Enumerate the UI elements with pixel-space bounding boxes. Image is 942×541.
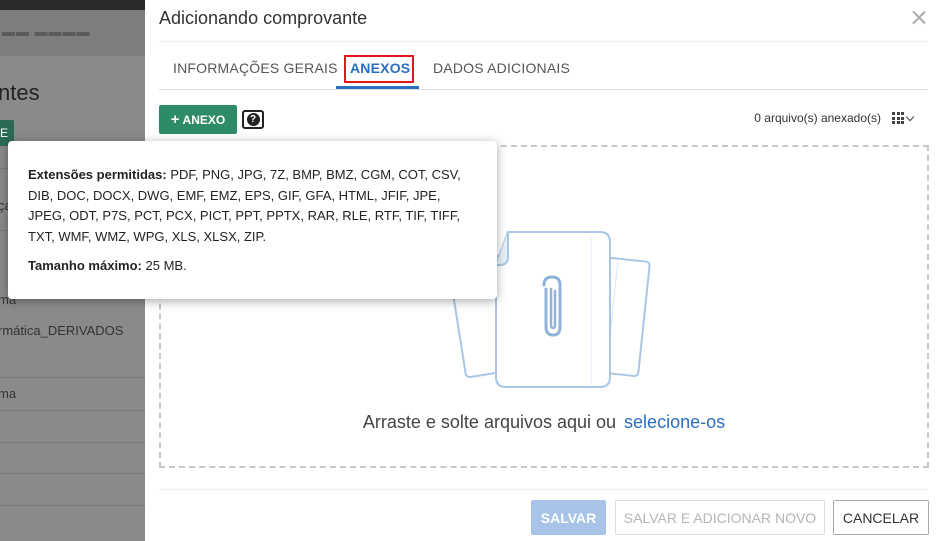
title-divider: [159, 41, 928, 42]
dropzone-text: Arraste e solte arquivos aqui ou: [362, 412, 617, 432]
save-and-add-new-button[interactable]: SALVAR E ADICIONAR NOVO: [615, 500, 825, 535]
background-row-divider: [0, 410, 145, 411]
extensions-label: Extensões permitidas:: [28, 167, 167, 182]
background-row-divider: [0, 505, 145, 506]
background-menu: ▬▬ ▬▬▬▬: [0, 10, 145, 56]
allowed-extensions-tooltip: Extensões permitidas: PDF, PNG, JPG, 7Z,…: [8, 141, 497, 299]
add-attachment-button[interactable]: + ANEXO: [159, 105, 237, 134]
active-tab-underline: [336, 86, 419, 89]
background-row-divider: [0, 377, 145, 378]
footer-divider: [159, 489, 928, 490]
plus-icon: +: [170, 111, 180, 128]
extensions-paragraph: Extensões permitidas: PDF, PNG, JPG, 7Z,…: [28, 165, 477, 247]
max-size-value: 25 MB.: [145, 258, 187, 273]
chevron-down-icon: [905, 112, 915, 121]
close-icon[interactable]: [910, 8, 928, 26]
background-title: ntes: [0, 80, 40, 105]
grid-icon: [892, 112, 904, 124]
dropzone-instructions: Arraste e solte arquivos aqui ou selecion…: [161, 412, 927, 433]
max-size-paragraph: Tamanho máximo: 25 MB.: [28, 256, 477, 277]
max-size-label: Tamanho máximo:: [28, 258, 142, 273]
modal-title: Adicionando comprovante: [159, 8, 368, 28]
background-row-divider: [0, 442, 145, 443]
cancel-button[interactable]: CANCELAR: [833, 500, 929, 535]
select-files-link[interactable]: selecione-os: [624, 412, 725, 432]
tab-bar: INFORMAÇÕES GERAIS ANEXOS DADOS ADICIONA…: [159, 52, 928, 90]
attached-file-count: 0 arquivo(s) anexado(s): [754, 111, 881, 125]
view-mode-toggle[interactable]: [892, 111, 920, 125]
background-topbar: [0, 0, 145, 10]
background-row-divider: [0, 473, 145, 474]
tab-general-info[interactable]: INFORMAÇÕES GERAIS: [173, 60, 338, 76]
background-row-text: ma: [0, 386, 17, 401]
save-button[interactable]: SALVAR: [531, 500, 606, 535]
background-menu-text: ▬▬ ▬▬▬▬: [2, 24, 91, 39]
background-row-text: rmática_DERIVADOS: [0, 323, 124, 338]
add-attachment-label: ANEXO: [182, 112, 226, 127]
tab-additional-data[interactable]: DADOS ADICIONAIS: [433, 60, 570, 76]
tab-attachments[interactable]: ANEXOS: [350, 60, 410, 76]
help-button[interactable]: ?: [242, 110, 264, 129]
question-icon: ?: [246, 113, 260, 126]
